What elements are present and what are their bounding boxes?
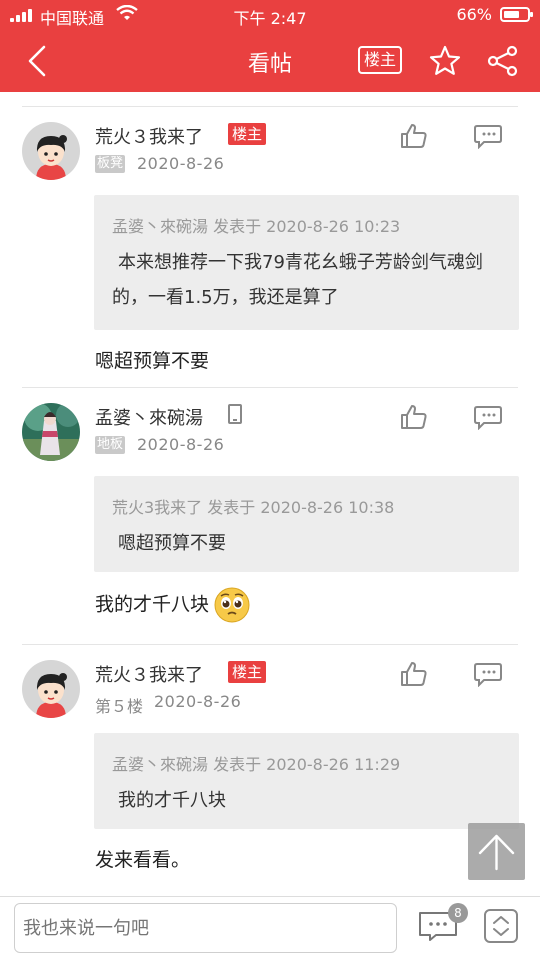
quote-body: 嗯超预算不要	[118, 533, 226, 554]
post-body: 我的才千八块	[95, 593, 210, 616]
post-body: 嗯超预算不要	[95, 350, 210, 372]
quote-block: 荒火3我来了 发表于 2020-8-26 10:38 嗯超预算不要	[94, 476, 519, 572]
thumbs-up-icon[interactable]	[400, 123, 428, 149]
quote-header: 荒火3我来了 发表于 2020-8-26 10:38	[112, 498, 395, 517]
comment-input[interactable]	[14, 903, 397, 953]
post-date: 2020-8-26	[137, 154, 225, 173]
battery-percent: 66%	[456, 5, 492, 24]
quote-body: 本来想推荐一下我79青花幺蛾子芳龄剑气魂剑的，一看1.5万，我还是算了	[112, 252, 483, 308]
post-body-wrap: 我的才千八块	[95, 586, 251, 624]
thread-content[interactable]: 荒火３我来了 楼主 板凳 2020-8-26 孟婆丶來碗湯 发表于 2020-8…	[0, 92, 540, 896]
status-bar: 中国联通 下午 2:47 66%	[0, 0, 540, 30]
post-item: 孟婆丶來碗湯 地板 2020-8-26 荒火3我来了 发表于 2020-8-26…	[0, 388, 540, 645]
avatar[interactable]	[22, 122, 80, 180]
post-item: 荒火３我来了 楼主 第５楼 2020-8-26 孟婆丶來碗湯 发表于 2020-…	[0, 645, 540, 896]
scroll-to-top-button[interactable]	[468, 823, 525, 880]
quote-block: 孟婆丶來碗湯 发表于 2020-8-26 10:23 本来想推荐一下我79青花幺…	[94, 195, 519, 330]
avatar[interactable]	[22, 403, 80, 461]
reply-icon[interactable]	[474, 404, 502, 430]
quote-header: 孟婆丶來碗湯 发表于 2020-8-26 11:29	[112, 755, 401, 774]
owner-only-button[interactable]: 楼主	[358, 46, 402, 74]
thumbs-up-icon[interactable]	[400, 404, 428, 430]
reply-icon[interactable]	[474, 661, 502, 687]
top-bar: 中国联通 下午 2:47 66% 看帖 楼主	[0, 0, 540, 92]
nav-bar: 看帖 楼主	[0, 30, 540, 92]
floor-label: 板凳	[95, 155, 126, 173]
mobile-icon	[228, 404, 242, 424]
quote-header: 孟婆丶來碗湯 发表于 2020-8-26 10:23	[112, 217, 401, 236]
author-name[interactable]: 荒火３我来了	[95, 661, 203, 687]
owner-badge: 楼主	[228, 661, 267, 683]
floor-label: 地板	[95, 436, 126, 454]
battery-icon	[500, 7, 533, 22]
author-name[interactable]: 孟婆丶來碗湯	[95, 404, 203, 430]
post-date: 2020-8-26	[154, 692, 242, 711]
post-body: 发来看看。	[95, 849, 191, 871]
bottom-bar: 8	[0, 896, 540, 960]
post-item: 荒火３我来了 楼主 板凳 2020-8-26 孟婆丶來碗湯 发表于 2020-8…	[0, 107, 540, 388]
reply-icon[interactable]	[474, 123, 502, 149]
floor-label: 第５楼	[95, 697, 144, 716]
quote-block: 孟婆丶來碗湯 发表于 2020-8-26 11:29 我的才千八块	[94, 733, 519, 829]
star-icon[interactable]	[428, 44, 462, 78]
arrow-up-icon	[478, 834, 515, 871]
expand-button[interactable]	[484, 909, 518, 943]
chevron-up-down-icon	[493, 916, 509, 936]
share-icon[interactable]	[486, 44, 520, 78]
pleading-face-emoji	[214, 587, 250, 623]
thumbs-up-icon[interactable]	[400, 661, 428, 687]
owner-badge: 楼主	[228, 123, 267, 145]
comment-count-badge: 8	[448, 903, 468, 923]
quote-body: 我的才千八块	[118, 790, 226, 811]
avatar[interactable]	[22, 660, 80, 718]
post-date: 2020-8-26	[137, 435, 225, 454]
author-name[interactable]: 荒火３我来了	[95, 123, 203, 149]
